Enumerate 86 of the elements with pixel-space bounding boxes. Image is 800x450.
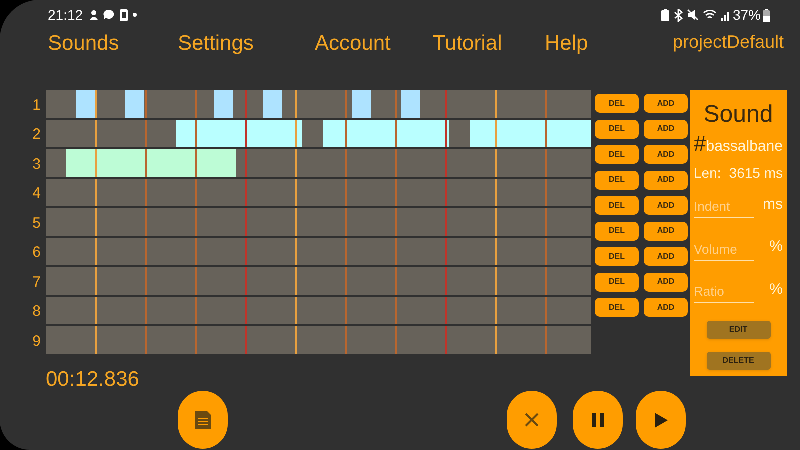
track-lane[interactable]	[46, 238, 591, 265]
status-time: 21:12	[48, 6, 84, 24]
menu-item[interactable]: Account	[315, 30, 391, 58]
track-lane[interactable]	[46, 178, 591, 206]
mute-icon	[686, 9, 699, 21]
delete-sound-button[interactable]: DELETE	[706, 352, 770, 370]
panel-title: Sound	[702, 100, 774, 130]
track-lane[interactable]	[46, 267, 591, 294]
battery-icon	[763, 8, 770, 22]
sound-clip[interactable]	[323, 120, 449, 147]
project-name[interactable]: projectDefault	[672, 28, 784, 56]
add-button[interactable]: ADD	[644, 222, 688, 240]
unit-label: %	[770, 237, 783, 257]
hash-symbol: #	[694, 132, 706, 156]
dot-icon	[133, 13, 138, 17]
track-lane[interactable]	[46, 326, 591, 354]
track-number: 5	[32, 214, 42, 234]
del-track-button[interactable]: DEL	[595, 170, 639, 190]
wifi-icon	[702, 9, 717, 21]
sound-clip[interactable]	[76, 90, 95, 118]
length-label: Len:	[694, 164, 722, 182]
add-button[interactable]: ADD	[644, 145, 688, 164]
bluetooth-icon	[674, 8, 683, 22]
track-number: 1	[32, 96, 42, 116]
sound-clip[interactable]	[66, 149, 236, 176]
track-lane[interactable]	[46, 149, 591, 176]
add-button[interactable]: ADD	[644, 94, 688, 113]
save-icon	[195, 411, 211, 429]
play-icon	[654, 412, 668, 428]
notification-icon	[89, 9, 100, 21]
del-track-button[interactable]: DEL	[595, 145, 639, 164]
unit-label: %	[770, 280, 783, 300]
del-track-button[interactable]: DEL	[595, 94, 639, 113]
phone-icon	[119, 8, 130, 22]
track-lane[interactable]	[46, 296, 591, 324]
track-number: 7	[32, 272, 42, 292]
pause-button[interactable]	[573, 391, 623, 449]
battery-percent: 37%	[732, 6, 761, 24]
track-number: 4	[32, 184, 42, 204]
add-button[interactable]: ADD	[644, 120, 688, 138]
sound-clip[interactable]	[176, 120, 302, 147]
track-lane[interactable]	[46, 208, 591, 236]
track-number: 6	[32, 243, 42, 263]
menu-item[interactable]: Tutorial	[433, 30, 502, 58]
sound-name: bassalbane	[706, 138, 783, 157]
play-button[interactable]	[636, 391, 686, 449]
menu-item[interactable]: Help	[545, 30, 588, 58]
close-button[interactable]	[507, 391, 557, 449]
unit-label: ms	[763, 194, 783, 214]
pause-icon	[592, 413, 604, 427]
track-number: 9	[32, 332, 42, 352]
track-number: 8	[32, 302, 42, 322]
track-number: 2	[32, 125, 42, 145]
del-track-button[interactable]: DEL	[595, 298, 639, 317]
track-lane[interactable]	[46, 90, 591, 118]
add-button[interactable]: ADD	[644, 247, 688, 266]
add-button[interactable]: ADD	[644, 170, 688, 190]
chat-icon	[103, 9, 116, 21]
sound-clip[interactable]	[352, 90, 371, 118]
elapsed-time: 00:12.836	[46, 367, 140, 393]
add-button[interactable]: ADD	[644, 272, 688, 292]
input-field[interactable]: Indent	[694, 196, 754, 218]
menu-item[interactable]: Settings	[178, 30, 254, 58]
del-track-button[interactable]: DEL	[595, 247, 639, 266]
input-field[interactable]: Ratio	[694, 281, 754, 303]
del-track-button[interactable]: DEL	[595, 272, 639, 292]
sound-clip[interactable]	[214, 90, 233, 118]
signal-icon	[720, 9, 731, 21]
add-button[interactable]: ADD	[644, 298, 688, 317]
sound-clip[interactable]	[470, 120, 591, 147]
sound-clip[interactable]	[263, 90, 282, 118]
del-track-button[interactable]: DEL	[595, 196, 639, 215]
battery-saver-icon	[660, 8, 670, 22]
del-track-button[interactable]: DEL	[595, 222, 639, 240]
track-number: 3	[32, 154, 42, 174]
sound-clip[interactable]	[401, 90, 420, 118]
close-icon	[525, 413, 539, 427]
menu-item[interactable]: Sounds	[48, 30, 120, 58]
length-value: 3615 ms	[729, 164, 783, 182]
add-button[interactable]: ADD	[644, 196, 688, 215]
edit-button[interactable]: EDIT	[706, 321, 770, 339]
input-field[interactable]: Volume	[694, 238, 754, 260]
track-lane[interactable]	[46, 120, 591, 147]
del-track-button[interactable]: DEL	[595, 120, 639, 138]
save-button[interactable]	[178, 391, 228, 449]
sound-clip[interactable]	[125, 90, 144, 118]
